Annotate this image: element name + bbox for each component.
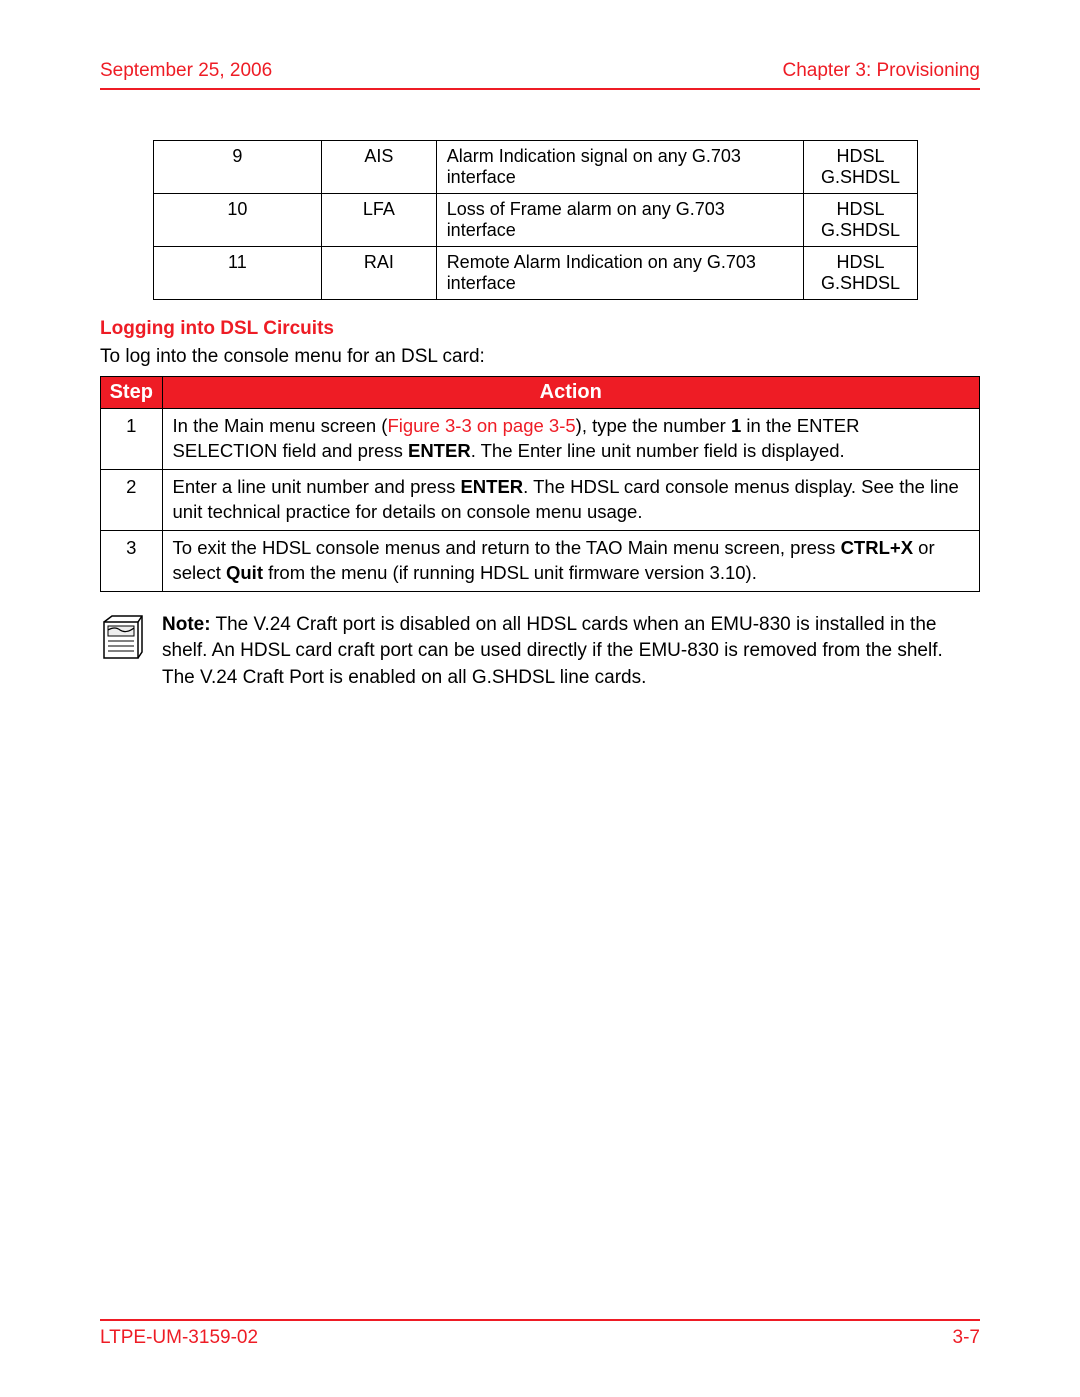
step-header: Step: [101, 377, 163, 409]
alarm-num: 9: [153, 141, 321, 194]
step-action: In the Main menu screen (Figure 3-3 on p…: [162, 409, 979, 470]
section-heading: Logging into DSL Circuits: [100, 318, 980, 340]
note-label: Note:: [162, 614, 211, 635]
header-date: September 25, 2006: [100, 60, 272, 82]
footer-doc-id: LTPE-UM-3159-02: [100, 1327, 258, 1349]
step-num: 1: [101, 409, 163, 470]
table-row: 3 To exit the HDSL console menus and ret…: [101, 530, 980, 591]
step-table: Step Action 1 In the Main menu screen (F…: [100, 376, 980, 592]
alarm-code: AIS: [322, 141, 437, 194]
bold-text: CTRL+X: [841, 537, 913, 558]
alarm-code: RAI: [322, 247, 437, 300]
text: from the menu (if running HDSL unit firm…: [263, 562, 757, 583]
note-body: The V.24 Craft port is disabled on all H…: [162, 614, 943, 688]
text: In the Main menu screen (: [173, 415, 388, 436]
table-row: 2 Enter a line unit number and press ENT…: [101, 469, 980, 530]
table-row: 1 In the Main menu screen (Figure 3-3 on…: [101, 409, 980, 470]
step-action: To exit the HDSL console menus and retur…: [162, 530, 979, 591]
table-row: 9 AIS Alarm Indication signal on any G.7…: [153, 141, 918, 194]
step-num: 3: [101, 530, 163, 591]
alarm-table: 9 AIS Alarm Indication signal on any G.7…: [153, 140, 919, 300]
alarm-desc: Alarm Indication signal on any G.703 int…: [436, 141, 803, 194]
alarm-types: HDSL G.SHDSL: [803, 194, 918, 247]
bold-text: Quit: [226, 562, 263, 583]
text: . The Enter line unit number field is di…: [471, 440, 845, 461]
alarm-types: HDSL G.SHDSL: [803, 141, 918, 194]
note-block: Note: The V.24 Craft port is disabled on…: [100, 612, 980, 692]
cross-reference-link[interactable]: Figure 3-3 on page 3-5: [387, 415, 575, 436]
note-text: Note: The V.24 Craft port is disabled on…: [162, 612, 980, 692]
alarm-num: 11: [153, 247, 321, 300]
footer-page-num: 3-7: [953, 1327, 980, 1349]
step-num: 2: [101, 469, 163, 530]
table-row: 10 LFA Loss of Frame alarm on any G.703 …: [153, 194, 918, 247]
text: To exit the HDSL console menus and retur…: [173, 537, 841, 558]
page-header: September 25, 2006 Chapter 3: Provisioni…: [100, 60, 980, 90]
intro-text: To log into the console menu for an DSL …: [100, 346, 980, 368]
table-row: 11 RAI Remote Alarm Indication on any G.…: [153, 247, 918, 300]
text: Enter a line unit number and press: [173, 476, 461, 497]
page-footer: LTPE-UM-3159-02 3-7: [100, 1319, 980, 1349]
alarm-num: 10: [153, 194, 321, 247]
table-header-row: Step Action: [101, 377, 980, 409]
alarm-desc: Loss of Frame alarm on any G.703 interfa…: [436, 194, 803, 247]
bold-text: ENTER: [408, 440, 471, 461]
alarm-code: LFA: [322, 194, 437, 247]
text: ), type the number: [576, 415, 731, 436]
action-header: Action: [162, 377, 979, 409]
bold-text: ENTER: [460, 476, 523, 497]
step-action: Enter a line unit number and press ENTER…: [162, 469, 979, 530]
alarm-desc: Remote Alarm Indication on any G.703 int…: [436, 247, 803, 300]
page: September 25, 2006 Chapter 3: Provisioni…: [0, 0, 1080, 1397]
header-chapter: Chapter 3: Provisioning: [783, 60, 981, 82]
bold-text: 1: [731, 415, 741, 436]
note-icon: [100, 614, 144, 667]
alarm-types: HDSL G.SHDSL: [803, 247, 918, 300]
